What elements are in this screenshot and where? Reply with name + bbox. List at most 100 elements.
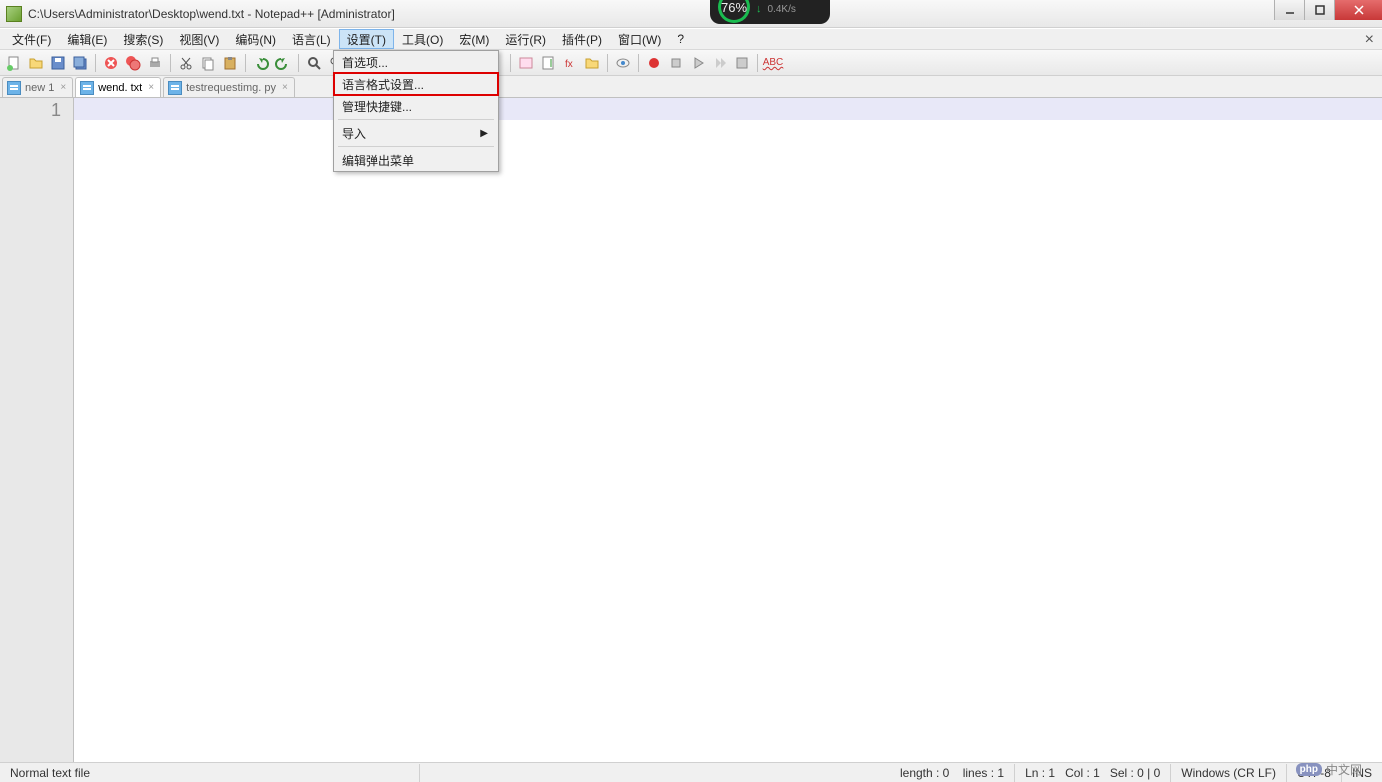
tab-0[interactable]: new 1 × xyxy=(2,77,73,97)
toolbar-separator xyxy=(95,54,96,72)
tabbar: new 1×wend. txt×testrequestimg. py× xyxy=(0,76,1382,98)
print-button[interactable] xyxy=(145,53,165,73)
close-file-button[interactable] xyxy=(101,53,121,73)
statusbar: Normal text file length : 0 lines : 1 Ln… xyxy=(0,762,1382,782)
tab-label: new 1 xyxy=(25,82,54,94)
save-button[interactable] xyxy=(48,53,68,73)
dropdown-item-6[interactable]: 编辑弹出菜单 xyxy=(334,149,498,171)
toolbar-separator xyxy=(638,54,639,72)
line-number: 1 xyxy=(0,100,61,121)
window-controls xyxy=(1274,0,1382,20)
toolbar-separator xyxy=(245,54,246,72)
status-length-lines: length : 0 lines : 1 xyxy=(890,764,1015,782)
status-sel: Sel : 0 | 0 xyxy=(1110,766,1160,780)
dropdown-item-2[interactable]: 管理快捷键... xyxy=(334,95,498,117)
watermark-text: 中文网 xyxy=(1326,761,1362,778)
stop-macro-button[interactable] xyxy=(666,53,686,73)
file-icon xyxy=(7,81,21,95)
record-macro-button[interactable] xyxy=(644,53,664,73)
dropdown-item-0[interactable]: 首选项... xyxy=(334,51,498,73)
overlay-percent: 76% xyxy=(721,0,747,15)
file-icon xyxy=(168,81,182,95)
toolbar-separator xyxy=(510,54,511,72)
app-icon xyxy=(6,6,22,22)
overlay-speed: 0.4K/s xyxy=(768,4,796,15)
status-filetype: Normal text file xyxy=(0,764,420,782)
dropdown-item-1[interactable]: 语言格式设置... xyxy=(334,73,498,95)
overlay-widget[interactable]: 76% ↓ 0.4K/s xyxy=(710,0,830,24)
status-col: Col : 1 xyxy=(1065,766,1100,780)
spellcheck-button[interactable]: ABC xyxy=(763,53,783,73)
paste-button[interactable] xyxy=(220,53,240,73)
status-eol[interactable]: Windows (CR LF) xyxy=(1171,764,1287,782)
tab-2[interactable]: testrequestimg. py × xyxy=(163,77,295,97)
play-macro-button[interactable] xyxy=(688,53,708,73)
menu-item-8[interactable]: 宏(M) xyxy=(451,29,497,49)
toolbar-separator xyxy=(170,54,171,72)
overlay-percent-circle: 76% xyxy=(718,0,750,23)
status-lines: lines : 1 xyxy=(963,766,1004,780)
menu-item-0[interactable]: 文件(F) xyxy=(4,29,59,49)
tab-label: testrequestimg. py xyxy=(186,82,276,94)
save-macro-button[interactable] xyxy=(732,53,752,73)
close-all-button[interactable] xyxy=(123,53,143,73)
editor-area: 1 xyxy=(0,98,1382,762)
window-title: C:\Users\Administrator\Desktop\wend.txt … xyxy=(28,7,395,21)
text-editor[interactable] xyxy=(74,98,1382,762)
menu-item-10[interactable]: 插件(P) xyxy=(554,29,610,49)
menu-item-7[interactable]: 工具(O) xyxy=(394,29,451,49)
open-file-button[interactable] xyxy=(26,53,46,73)
submenu-arrow-icon: ▶ xyxy=(480,128,488,139)
watermark: php 中文网 xyxy=(1296,761,1362,778)
menubar: 文件(F)编辑(E)搜索(S)视图(V)编码(N)语言(L)设置(T)工具(O)… xyxy=(0,28,1382,50)
menu-item-11[interactable]: 窗口(W) xyxy=(610,29,669,49)
minimize-button[interactable] xyxy=(1274,0,1304,20)
dropdown-item-4[interactable]: 导入▶ xyxy=(334,122,498,144)
cut-button[interactable] xyxy=(176,53,196,73)
udl-button[interactable] xyxy=(516,53,536,73)
play-multi-button[interactable] xyxy=(710,53,730,73)
status-length: length : 0 xyxy=(900,766,949,780)
menu-item-12[interactable]: ? xyxy=(669,29,692,49)
menu-item-9[interactable]: 运行(R) xyxy=(497,29,554,49)
copy-button[interactable] xyxy=(198,53,218,73)
redo-button[interactable] xyxy=(273,53,293,73)
menubar-close-icon[interactable]: × xyxy=(1365,31,1374,49)
dropdown-separator xyxy=(338,119,494,120)
toolbar-separator xyxy=(757,54,758,72)
menu-item-1[interactable]: 编辑(E) xyxy=(59,29,115,49)
status-ln: Ln : 1 xyxy=(1025,766,1055,780)
maximize-button[interactable] xyxy=(1304,0,1334,20)
menu-item-5[interactable]: 语言(L) xyxy=(284,29,339,49)
settings-dropdown: 首选项...语言格式设置...管理快捷键... 导入▶ 编辑弹出菜单 xyxy=(333,50,499,172)
php-badge-icon: php xyxy=(1296,763,1322,776)
menu-item-3[interactable]: 视图(V) xyxy=(171,29,227,49)
menu-item-2[interactable]: 搜索(S) xyxy=(115,29,171,49)
dropdown-separator xyxy=(338,146,494,147)
toolbar: ¶ fx ABC xyxy=(0,50,1382,76)
toolbar-separator xyxy=(607,54,608,72)
tab-close-icon[interactable]: × xyxy=(146,82,156,93)
monitoring-button[interactable] xyxy=(613,53,633,73)
save-all-button[interactable] xyxy=(70,53,90,73)
svg-text:fx: fx xyxy=(565,59,573,70)
new-file-button[interactable] xyxy=(4,53,24,73)
file-icon xyxy=(80,81,94,95)
tab-close-icon[interactable]: × xyxy=(58,82,68,93)
line-number-gutter: 1 xyxy=(0,98,74,762)
titlebar: C:\Users\Administrator\Desktop\wend.txt … xyxy=(0,0,1382,28)
toolbar-separator xyxy=(298,54,299,72)
current-line-highlight xyxy=(74,98,1382,120)
overlay-arrow-icon: ↓ xyxy=(756,3,762,15)
status-cursor: Ln : 1 Col : 1 Sel : 0 | 0 xyxy=(1015,764,1171,782)
undo-button[interactable] xyxy=(251,53,271,73)
menu-item-6[interactable]: 设置(T) xyxy=(339,29,394,49)
func-list-button[interactable]: fx xyxy=(560,53,580,73)
tab-close-icon[interactable]: × xyxy=(280,82,290,93)
close-button[interactable] xyxy=(1334,0,1382,20)
find-button[interactable] xyxy=(304,53,324,73)
doc-map-button[interactable] xyxy=(538,53,558,73)
folder-view-button[interactable] xyxy=(582,53,602,73)
menu-item-4[interactable]: 编码(N) xyxy=(227,29,284,49)
tab-1[interactable]: wend. txt× xyxy=(75,77,161,97)
